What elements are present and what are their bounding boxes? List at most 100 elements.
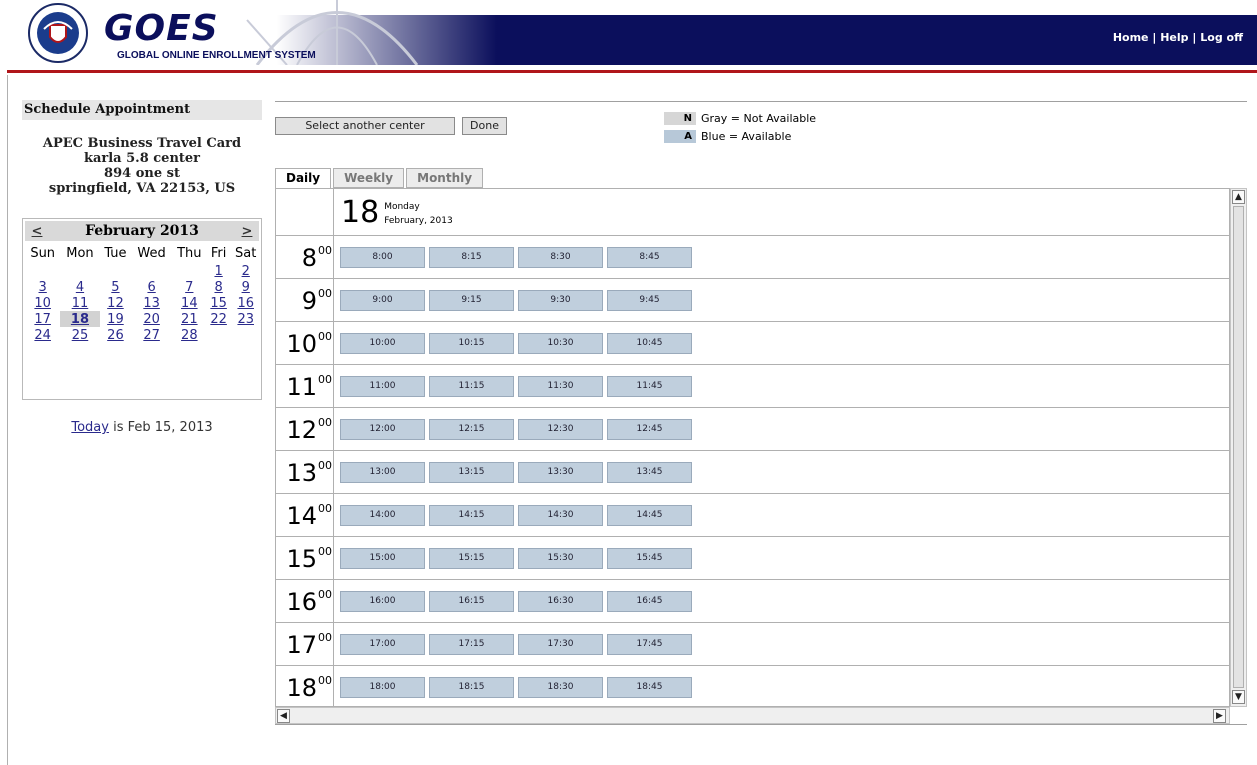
time-slot-button[interactable]: 11:30 [518, 376, 603, 397]
time-slot-button[interactable]: 16:15 [429, 591, 514, 612]
time-slot-button[interactable]: 9:00 [340, 290, 425, 311]
time-slot-button[interactable]: 13:00 [340, 462, 425, 483]
time-slot-button[interactable]: 9:15 [429, 290, 514, 311]
hour-row: 1200 12:00 12:15 12:30 12:45 [276, 408, 1229, 451]
slot-group: 11:00 11:15 11:30 11:45 [334, 365, 696, 407]
calendar-day-link[interactable]: 17 [34, 312, 51, 327]
hour-number: 11 [286, 373, 317, 401]
tab-monthly[interactable]: Monthly [406, 168, 484, 188]
time-slot-button[interactable]: 18:15 [429, 677, 514, 698]
calendar-day-link[interactable]: 19 [107, 312, 124, 327]
today-link[interactable]: Today [71, 420, 109, 435]
time-slot-button[interactable]: 9:45 [607, 290, 692, 311]
time-slot-button[interactable]: 15:00 [340, 548, 425, 569]
calendar-day-link[interactable]: 14 [181, 296, 198, 311]
calendar-day-link[interactable]: 16 [237, 296, 254, 311]
time-slot-button[interactable]: 9:30 [518, 290, 603, 311]
time-slot-button[interactable]: 13:15 [429, 462, 514, 483]
calendar-day-link[interactable]: 7 [185, 280, 193, 295]
time-slot-button[interactable]: 8:00 [340, 247, 425, 268]
calendar-day-link[interactable]: 24 [34, 328, 51, 343]
time-slot-button[interactable]: 10:45 [607, 333, 692, 354]
time-slot-button[interactable]: 17:00 [340, 634, 425, 655]
time-slot-button[interactable]: 12:00 [340, 419, 425, 440]
calendar-day-link[interactable]: 5 [111, 280, 119, 295]
time-slot-button[interactable]: 12:30 [518, 419, 603, 440]
time-slot-button[interactable]: 16:45 [607, 591, 692, 612]
time-slot-button[interactable]: 14:15 [429, 505, 514, 526]
calendar-day-link[interactable]: 28 [181, 328, 198, 343]
time-slot-button[interactable]: 11:00 [340, 376, 425, 397]
next-month-button[interactable]: > [235, 224, 259, 239]
time-slot-button[interactable]: 18:45 [607, 677, 692, 698]
time-slot-button[interactable]: 18:30 [518, 677, 603, 698]
calendar-day-link[interactable]: 6 [147, 280, 155, 295]
log-off-link[interactable]: Log off [1200, 31, 1243, 44]
time-slot-button[interactable]: 10:30 [518, 333, 603, 354]
calendar-day-cell [230, 327, 261, 343]
scroll-right-icon[interactable]: ▶ [1213, 709, 1226, 723]
time-slot-button[interactable]: 16:00 [340, 591, 425, 612]
calendar-day-link[interactable]: 11 [72, 296, 89, 311]
time-slot-button[interactable]: 14:45 [607, 505, 692, 526]
time-slot-button[interactable]: 15:45 [607, 548, 692, 569]
time-slot-button[interactable]: 16:30 [518, 591, 603, 612]
done-button[interactable]: Done [462, 117, 507, 135]
calendar-day-link[interactable]: 25 [72, 328, 89, 343]
home-link[interactable]: Home [1113, 31, 1149, 44]
calendar-day-cell: 18 [60, 311, 100, 327]
center-program: APEC Business Travel Card [42, 136, 242, 151]
scroll-left-icon[interactable]: ◀ [277, 709, 290, 723]
time-slot-button[interactable]: 17:30 [518, 634, 603, 655]
select-another-center-button[interactable]: Select another center [275, 117, 455, 135]
scroll-up-icon[interactable]: ▲ [1232, 190, 1245, 204]
slot-group: 8:00 8:15 8:30 8:45 [334, 236, 696, 278]
calendar-day-link[interactable]: 18 [71, 312, 89, 327]
calendar-day-link[interactable]: 10 [34, 296, 51, 311]
calendar-day-link[interactable]: 22 [210, 312, 227, 327]
scroll-down-icon[interactable]: ▼ [1232, 690, 1245, 704]
time-slot-button[interactable]: 10:00 [340, 333, 425, 354]
calendar-day-link[interactable]: 21 [181, 312, 198, 327]
vertical-scrollbar[interactable]: ▲ ▼ [1230, 188, 1247, 707]
time-slot-button[interactable]: 12:15 [429, 419, 514, 440]
scrollbar-thumb[interactable] [1233, 206, 1244, 688]
calendar-day-link[interactable]: 27 [143, 328, 160, 343]
prev-month-button[interactable]: < [25, 224, 49, 239]
tab-daily[interactable]: Daily [275, 168, 332, 189]
time-slot-button[interactable]: 12:45 [607, 419, 692, 440]
time-slot-button[interactable]: 11:15 [429, 376, 514, 397]
calendar-day-link[interactable]: 3 [39, 280, 47, 295]
calendar-day-link[interactable]: 4 [76, 280, 84, 295]
horizontal-scrollbar[interactable]: ◀ ▶ [275, 707, 1230, 724]
day-meta: Monday February, 2013 [384, 200, 453, 235]
time-slot-button[interactable]: 8:30 [518, 247, 603, 268]
hour-gutter: 1600 [276, 580, 334, 622]
calendar-day-link[interactable]: 15 [210, 296, 227, 311]
time-slot-button[interactable]: 14:00 [340, 505, 425, 526]
time-slot-button[interactable]: 13:30 [518, 462, 603, 483]
time-slot-button[interactable]: 15:30 [518, 548, 603, 569]
time-slot-button[interactable]: 13:45 [607, 462, 692, 483]
calendar-day-link[interactable]: 9 [242, 280, 250, 295]
time-slot-button[interactable]: 18:00 [340, 677, 425, 698]
time-slot-button[interactable]: 17:15 [429, 634, 514, 655]
calendar-day-link[interactable]: 8 [214, 280, 222, 295]
calendar-day-link[interactable]: 1 [214, 264, 222, 279]
calendar-day-link[interactable]: 13 [143, 296, 160, 311]
time-slot-button[interactable]: 15:15 [429, 548, 514, 569]
help-link[interactable]: Help [1160, 31, 1188, 44]
calendar-day-link[interactable]: 20 [143, 312, 160, 327]
time-slot-button[interactable]: 14:30 [518, 505, 603, 526]
calendar-day-link[interactable]: 23 [237, 312, 254, 327]
time-slot-button[interactable]: 8:45 [607, 247, 692, 268]
time-slot-button[interactable]: 10:15 [429, 333, 514, 354]
tab-weekly[interactable]: Weekly [333, 168, 405, 188]
time-slot-button[interactable]: 17:45 [607, 634, 692, 655]
time-slot-button[interactable]: 11:45 [607, 376, 692, 397]
calendar-day-link[interactable]: 2 [242, 264, 250, 279]
calendar-day-link[interactable]: 26 [107, 328, 124, 343]
calendar-day-link[interactable]: 12 [107, 296, 124, 311]
time-slot-button[interactable]: 8:15 [429, 247, 514, 268]
calendar-day-cell: 26 [100, 327, 132, 343]
